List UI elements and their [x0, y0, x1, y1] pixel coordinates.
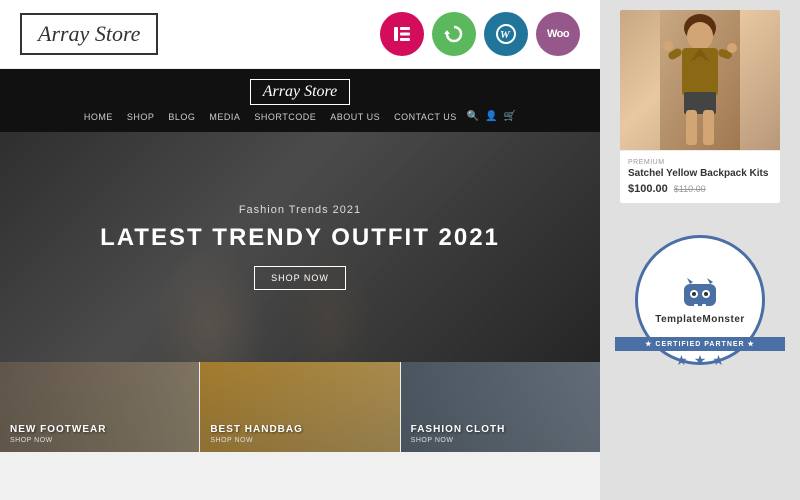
templatemonster-badge-container: TemplateMonster ★ CERTIFIED PARTNER ★ ★ …	[620, 215, 780, 375]
woo-label: Woo	[547, 28, 569, 40]
product-image	[620, 10, 780, 150]
category-handbag-content: BEST HANDBAG SHOP NOW	[210, 424, 303, 444]
nav-utility-icons: 🔍 👤 🛒	[467, 111, 516, 122]
star-3: ★	[712, 352, 725, 369]
nav-home[interactable]: HOME	[84, 112, 113, 122]
category-footwear-content: NEW FOOTWEAR SHOP NOW	[10, 424, 106, 444]
hero-subtitle: Fashion Trends 2021	[100, 204, 500, 216]
nav-shortcode[interactable]: SHORTCODE	[254, 112, 316, 122]
brand-logo: Array Store	[20, 13, 158, 55]
nav-shop[interactable]: SHOP	[127, 112, 155, 122]
user-icon[interactable]: 👤	[485, 111, 497, 122]
certified-ribbon: ★ CERTIFIED PARTNER ★	[615, 337, 785, 351]
top-header: Array Store W	[0, 0, 600, 69]
store-nav: Array Store HOME SHOP BLOG MEDIA SHORTCO…	[0, 69, 600, 132]
category-cloth-label: FASHION CLOTH	[411, 424, 506, 435]
category-cloth-content: FASHION CLOTH SHOP NOW	[411, 424, 506, 444]
nav-links-wrapper: HOME SHOP BLOG MEDIA SHORTCODE ABOUT US …	[84, 111, 516, 122]
tm-stars: ★ ★ ★	[675, 352, 725, 369]
rev-svg	[444, 24, 464, 44]
nav-about[interactable]: ABOUT US	[330, 112, 380, 122]
wordpress-icon: W	[484, 12, 528, 56]
category-handbag: BEST HANDBAG SHOP NOW	[199, 362, 400, 452]
category-cloth-cta[interactable]: SHOP NOW	[411, 437, 506, 444]
product-price: $100.00	[628, 183, 668, 195]
nav-media[interactable]: MEDIA	[209, 112, 240, 122]
hero-content: Fashion Trends 2021 LATEST TRENDY OUTFIT…	[100, 204, 500, 290]
elementor-icon	[380, 12, 424, 56]
woocommerce-icon: Woo	[536, 12, 580, 56]
monster-icon	[680, 276, 720, 314]
category-footwear-cta[interactable]: SHOP NOW	[10, 437, 106, 444]
category-cloth: FASHION CLOTH SHOP NOW	[401, 362, 600, 452]
hero-cta-button[interactable]: SHOP NOW	[254, 266, 346, 290]
plugin-icons-group: W Woo	[380, 12, 580, 56]
right-sidebar: -9%	[600, 0, 800, 500]
hero-section: Fashion Trends 2021 LATEST TRENDY OUTFIT…	[0, 132, 600, 362]
store-nav-logo: Array Store	[250, 79, 351, 105]
product-info: PREMIUM Satchel Yellow Backpack Kits $10…	[620, 150, 780, 203]
star-2: ★	[694, 352, 707, 369]
nav-blog[interactable]: BLOG	[168, 112, 195, 122]
star-1: ★	[675, 352, 688, 369]
main-preview: Array Store W	[0, 0, 600, 500]
wp-svg: W	[495, 23, 517, 45]
product-card: -9%	[620, 10, 780, 203]
elementor-svg	[391, 23, 413, 45]
nav-contact[interactable]: CONTACT US	[394, 112, 457, 122]
category-handbag-label: BEST HANDBAG	[210, 424, 303, 435]
category-footwear: NEW FOOTWEAR SHOP NOW	[0, 362, 199, 452]
revolution-icon	[432, 12, 476, 56]
product-name: Satchel Yellow Backpack Kits	[628, 168, 772, 179]
product-category-label: PREMIUM	[628, 159, 772, 166]
category-handbag-cta[interactable]: SHOP NOW	[210, 437, 303, 444]
hero-title: LATEST TRENDY OUTFIT 2021	[100, 224, 500, 252]
search-icon[interactable]: 🔍	[467, 111, 479, 122]
product-price-row: $100.00 $110.00	[628, 183, 772, 195]
category-grid: NEW FOOTWEAR SHOP NOW BEST HANDBAG SHOP …	[0, 362, 600, 452]
product-price-old: $110.00	[674, 184, 706, 194]
svg-text:W: W	[500, 29, 511, 41]
nav-links: HOME SHOP BLOG MEDIA SHORTCODE ABOUT US …	[84, 112, 457, 122]
cart-icon[interactable]: 🛒	[504, 111, 516, 122]
tm-name: TemplateMonster	[655, 314, 745, 325]
product-image-svg	[660, 10, 740, 150]
category-footwear-label: NEW FOOTWEAR	[10, 424, 106, 435]
